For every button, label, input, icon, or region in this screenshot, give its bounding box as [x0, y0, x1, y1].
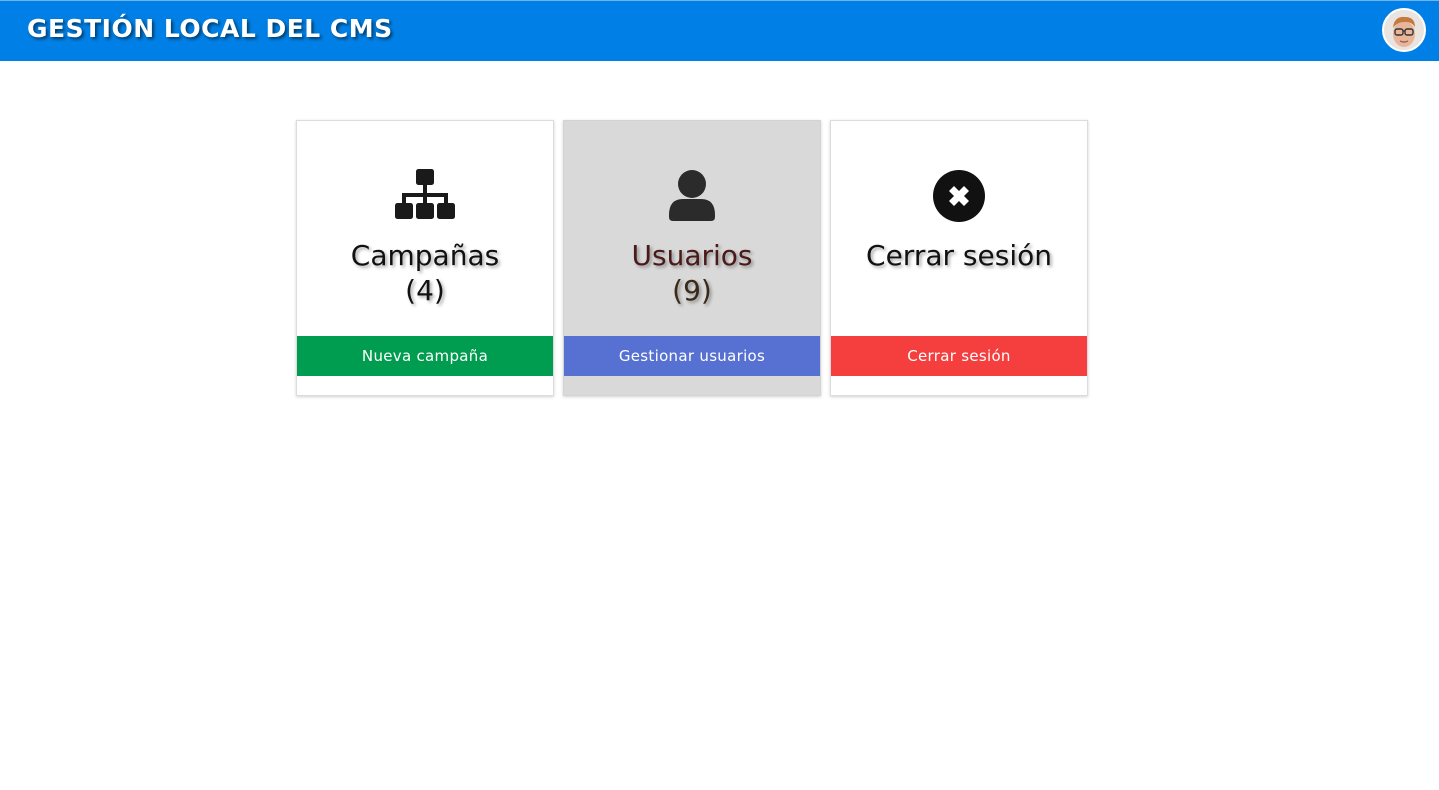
- close-circle-icon: [831, 169, 1087, 223]
- card-title: Cerrar sesión: [866, 239, 1052, 272]
- card-campaigns[interactable]: Campañas (4) Nueva campaña: [296, 120, 554, 396]
- card-title: Campañas: [350, 239, 500, 272]
- card-title: Usuarios: [631, 239, 753, 272]
- card-count: (9): [672, 274, 712, 307]
- user-avatar[interactable]: [1382, 8, 1426, 52]
- card-users[interactable]: Usuarios (9) Gestionar usuarios: [563, 120, 821, 396]
- user-icon: [564, 169, 820, 223]
- card-count: (4): [405, 274, 445, 307]
- card-logout[interactable]: Cerrar sesión Cerrar sesión: [830, 120, 1088, 396]
- app-title: GESTIÓN LOCAL DEL CMS: [27, 14, 393, 43]
- sitemap-icon: [297, 169, 553, 223]
- avatar-image: [1384, 10, 1424, 50]
- manage-users-button[interactable]: Gestionar usuarios: [564, 336, 820, 376]
- top-bar: GESTIÓN LOCAL DEL CMS: [0, 0, 1439, 61]
- logout-button[interactable]: Cerrar sesión: [831, 336, 1087, 376]
- new-campaign-button[interactable]: Nueva campaña: [297, 336, 553, 376]
